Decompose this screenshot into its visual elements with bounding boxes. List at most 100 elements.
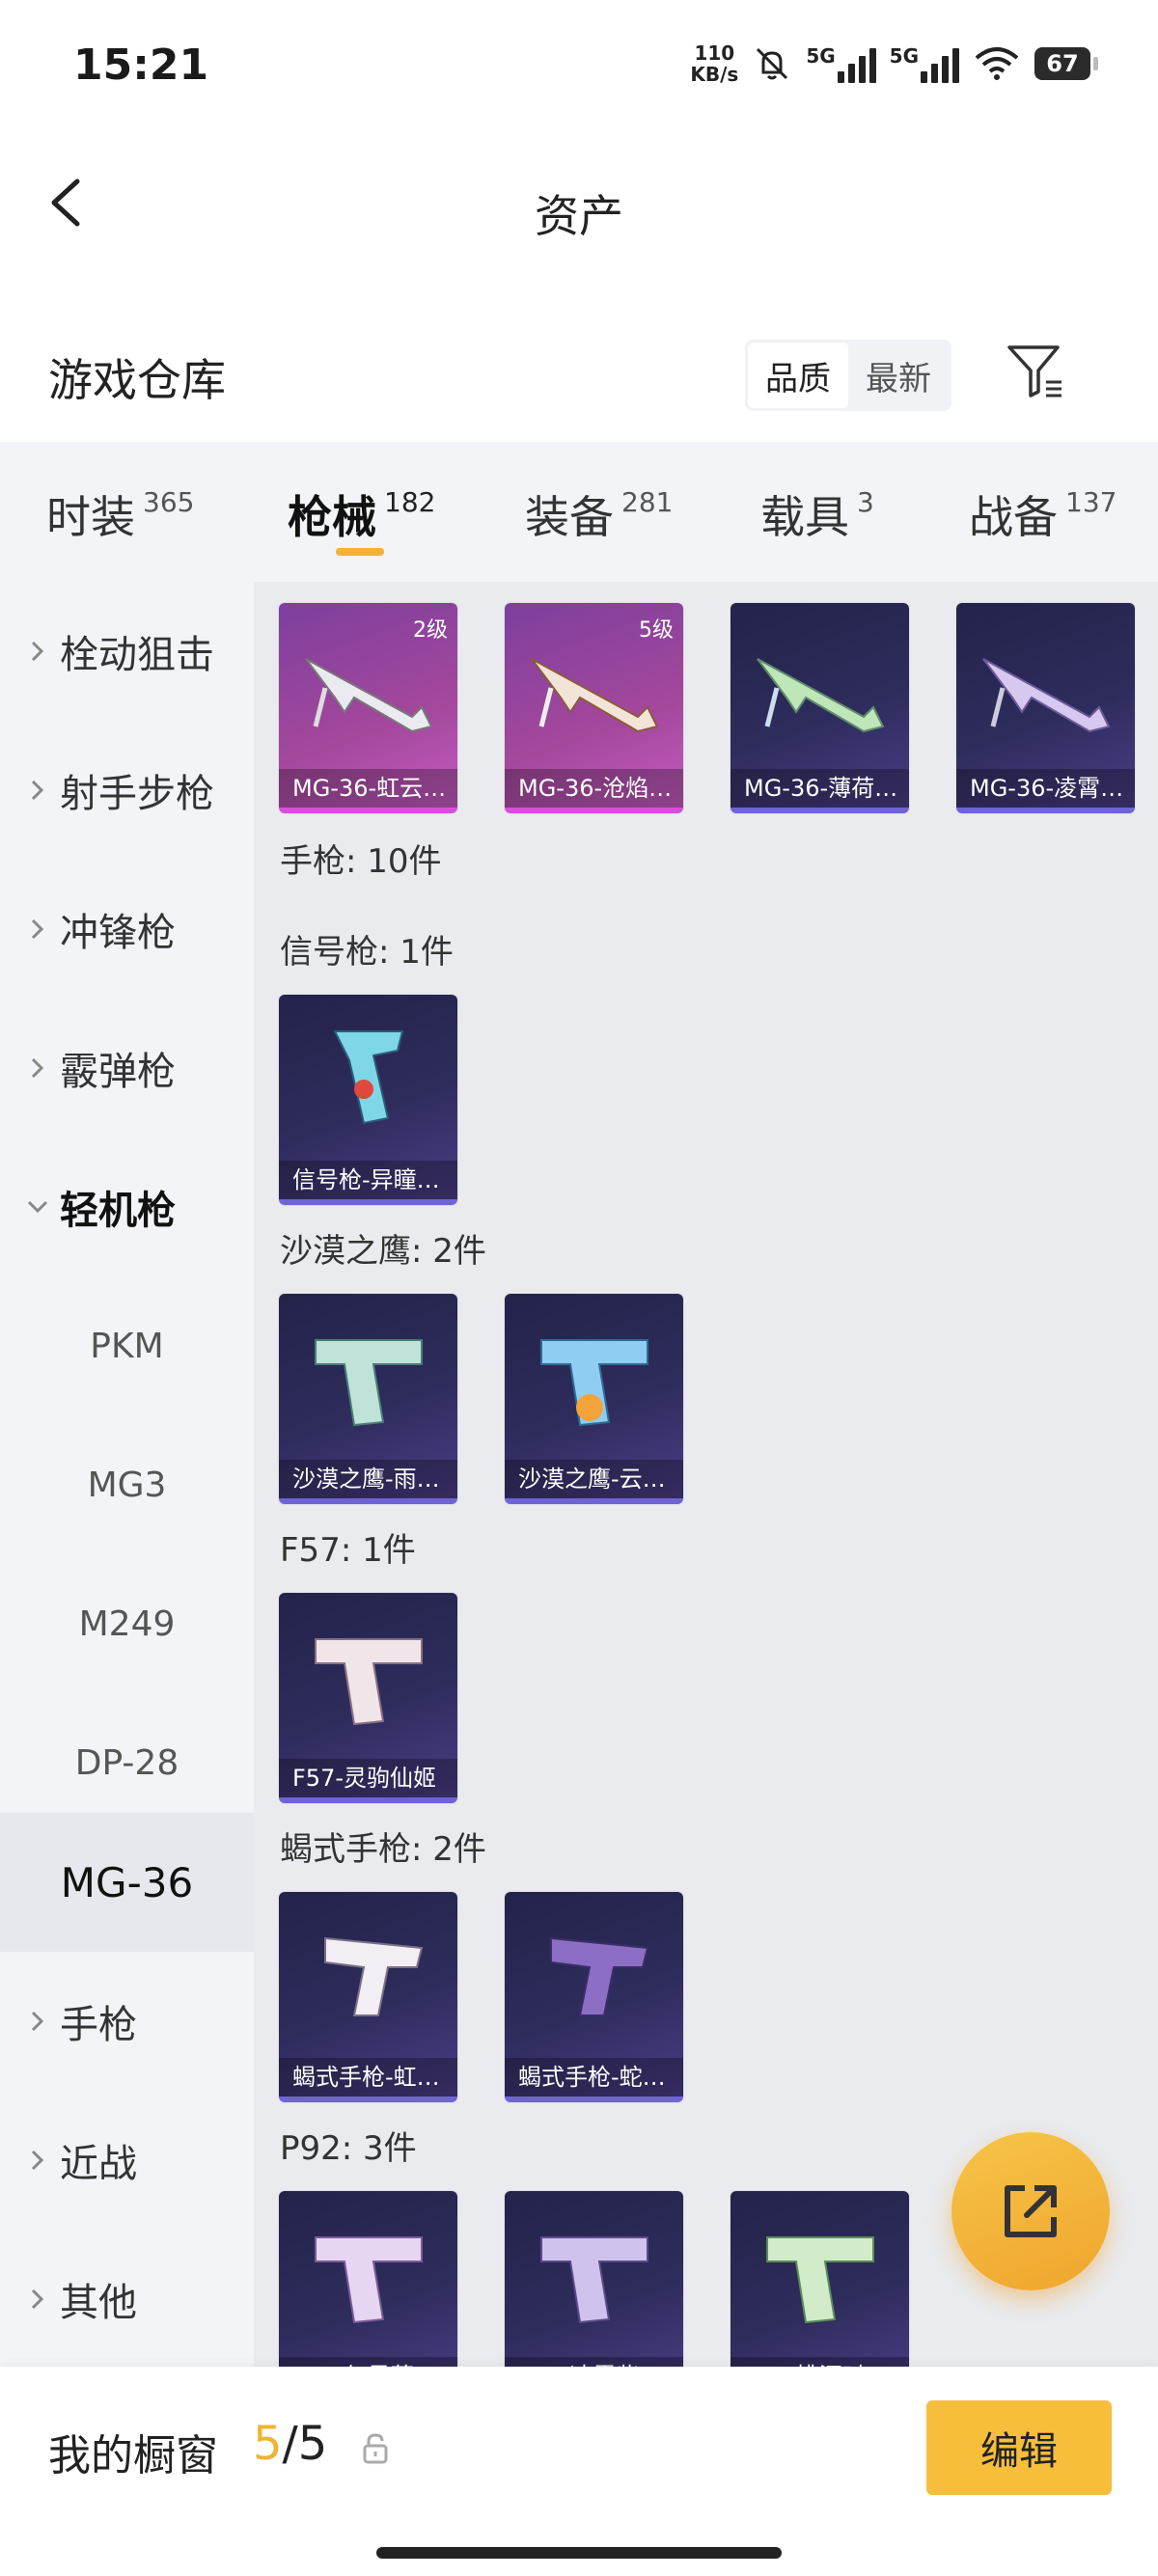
signal1-icon (837, 44, 876, 83)
item-card[interactable]: 5级 MG-36-沧焰… (505, 603, 683, 813)
chevron-right-icon (31, 2150, 44, 2171)
machine-gun-icon (982, 658, 1111, 733)
tab-count: 182 (384, 486, 436, 518)
filter-icon[interactable] (1004, 340, 1067, 403)
item-name: 蝎式手枪-虹… (279, 2058, 457, 2096)
group-title: 蝎式手枪: 2件 (280, 1830, 486, 1869)
network-speed-value: 110 (694, 41, 735, 65)
category-tabs: 时装 365 枪械 182 装备 281 载具 3 战备 137 (0, 442, 1158, 582)
item-name: MG-36-薄荷… (731, 769, 909, 808)
tab-label: 战备 (969, 491, 1058, 543)
item-name: 蝎式手枪-蛇… (505, 2058, 683, 2096)
showcase-bar: 我的橱窗 5/5 编辑 (0, 2367, 1158, 2576)
item-card[interactable]: 蝎式手枪-蛇… (505, 1892, 683, 2102)
item-card[interactable]: MG-36-凌霄… (956, 603, 1135, 813)
tab-equipment[interactable]: 装备 281 (525, 482, 673, 546)
showcase-current: 5 (253, 2417, 283, 2471)
item-card[interactable]: 2级 MG-36-虹云… (279, 603, 457, 813)
pistol-icon (540, 1339, 648, 1427)
sidebar-item-melee[interactable]: 近战 (0, 2091, 254, 2230)
battery-icon: 67 (1034, 47, 1098, 80)
showcase-count: 5/5 (253, 2417, 327, 2471)
smg-pistol-icon (324, 1936, 424, 2016)
item-name: MG-36-沧焰… (505, 769, 683, 808)
group-title: 沙漠之鹰: 2件 (280, 1232, 486, 1271)
tab-fashion[interactable]: 时装 365 (46, 482, 194, 546)
edit-button[interactable]: 编辑 (926, 2400, 1112, 2495)
sidebar-item-label: 近战 (60, 2142, 137, 2186)
item-card[interactable]: P92-幻星薄王… (279, 2191, 457, 2367)
sidebar-sub-mg3[interactable]: MG3 (0, 1415, 254, 1554)
chevron-right-icon (31, 1057, 44, 1079)
tab-label: 装备 (525, 491, 614, 543)
showcase-title: 我的橱窗 (48, 2431, 218, 2480)
share-button[interactable] (951, 2132, 1110, 2290)
item-card[interactable]: 沙漠之鹰-云… (505, 1294, 683, 1504)
signal2-label: 5G (889, 44, 919, 68)
chevron-right-icon (31, 918, 44, 940)
item-card[interactable]: 沙漠之鹰-雨… (279, 1294, 457, 1504)
tab-label: 载具 (760, 491, 849, 543)
lock-icon (363, 2433, 388, 2464)
warehouse-header: 游戏仓库 品质 最新 (0, 318, 1158, 434)
item-name: 沙漠之鹰-雨… (279, 1460, 457, 1498)
machine-gun-icon (305, 658, 433, 733)
sort-quality-button[interactable]: 品质 (748, 343, 848, 408)
tab-label: 时装 (46, 491, 135, 543)
item-grid: 2级 MG-36-虹云… 5级 MG-36-沧焰… MG-36-薄荷… MG-3… (254, 582, 1158, 2367)
network-speed-unit: KB/s (690, 63, 739, 86)
item-card[interactable]: 信号枪-异瞳… (279, 995, 457, 1205)
sidebar-item-label: 栓动狙击 (60, 633, 214, 677)
item-card[interactable]: P92-凌霄紫焰… (505, 2191, 683, 2367)
tab-vehicles[interactable]: 载具 3 (760, 482, 874, 546)
status-bar: 15:21 110 KB/s 5G 5G 67 (0, 0, 1158, 135)
sidebar-item-shotgun[interactable]: 霰弹枪 (0, 999, 254, 1137)
tab-count: 137 (1065, 486, 1117, 518)
pistol-icon (315, 1638, 423, 1726)
network-speed: 110 KB/s (690, 42, 738, 85)
tab-firearms[interactable]: 枪械 182 (288, 482, 435, 546)
item-name: 沙漠之鹰-云… (505, 1460, 683, 1498)
chevron-down-icon (27, 1200, 48, 1214)
nav-bar: 资产 (0, 135, 1158, 280)
sidebar-sub-dp28[interactable]: DP-28 (0, 1693, 254, 1832)
signal2-icon (921, 44, 959, 83)
chevron-right-icon (31, 2288, 44, 2310)
item-card[interactable]: F57-灵驹仙姬 (279, 1593, 457, 1803)
group-title: 手枪: 10件 (280, 842, 442, 881)
sidebar-item-other[interactable]: 其他 (0, 2230, 254, 2369)
item-name: MG-36-虹云… (279, 769, 457, 808)
tab-label: 枪械 (288, 491, 376, 543)
item-name: F57-灵驹仙姬 (279, 1759, 457, 1797)
showcase-total: 5 (297, 2417, 328, 2471)
sidebar-item-label: 霰弹枪 (60, 1050, 176, 1094)
sidebar-item-lmg[interactable]: 轻机枪 (0, 1137, 254, 1276)
chevron-right-icon (31, 2011, 44, 2032)
sidebar-item-bolt-sniper[interactable]: 栓动狙击 (0, 582, 254, 721)
sidebar-item-marksman-rifle[interactable]: 射手步枪 (0, 721, 254, 860)
sidebar-sub-m249[interactable]: M249 (0, 1554, 254, 1693)
home-indicator[interactable] (376, 2547, 782, 2559)
status-time: 15:21 (73, 41, 209, 90)
sidebar-item-pistol[interactable]: 手枪 (0, 1952, 254, 2091)
share-external-icon (1005, 2185, 1057, 2237)
group-title: P92: 3件 (280, 2129, 417, 2168)
pistol-icon (540, 2236, 648, 2324)
sidebar-sub-pkm[interactable]: PKM (0, 1276, 254, 1415)
item-card[interactable]: P92-桃源时光… (731, 2191, 909, 2367)
sidebar-sub-mg36[interactable]: MG-36 (0, 1813, 254, 1952)
showcase-separator: / (282, 2417, 298, 2471)
item-card[interactable]: 蝎式手枪-虹… (279, 1892, 457, 2102)
tab-combat-gear[interactable]: 战备 137 (969, 482, 1117, 546)
pistol-icon (315, 2236, 423, 2324)
active-tab-indicator (336, 548, 384, 556)
warehouse-title: 游戏仓库 (48, 354, 226, 406)
item-name: P92-幻星薄王… (279, 2357, 457, 2367)
tab-count: 281 (621, 486, 674, 518)
sidebar-item-smg[interactable]: 冲锋枪 (0, 860, 254, 999)
weapon-type-sidebar: 栓动狙击 射手步枪 冲锋枪 霰弹枪 轻机枪 PKM MG3 M249 DP-28… (0, 582, 254, 2367)
signal1-label: 5G (806, 44, 836, 68)
sort-newest-button[interactable]: 最新 (848, 343, 949, 408)
item-card[interactable]: MG-36-薄荷… (731, 603, 909, 813)
smg-pistol-icon (550, 1936, 649, 2016)
